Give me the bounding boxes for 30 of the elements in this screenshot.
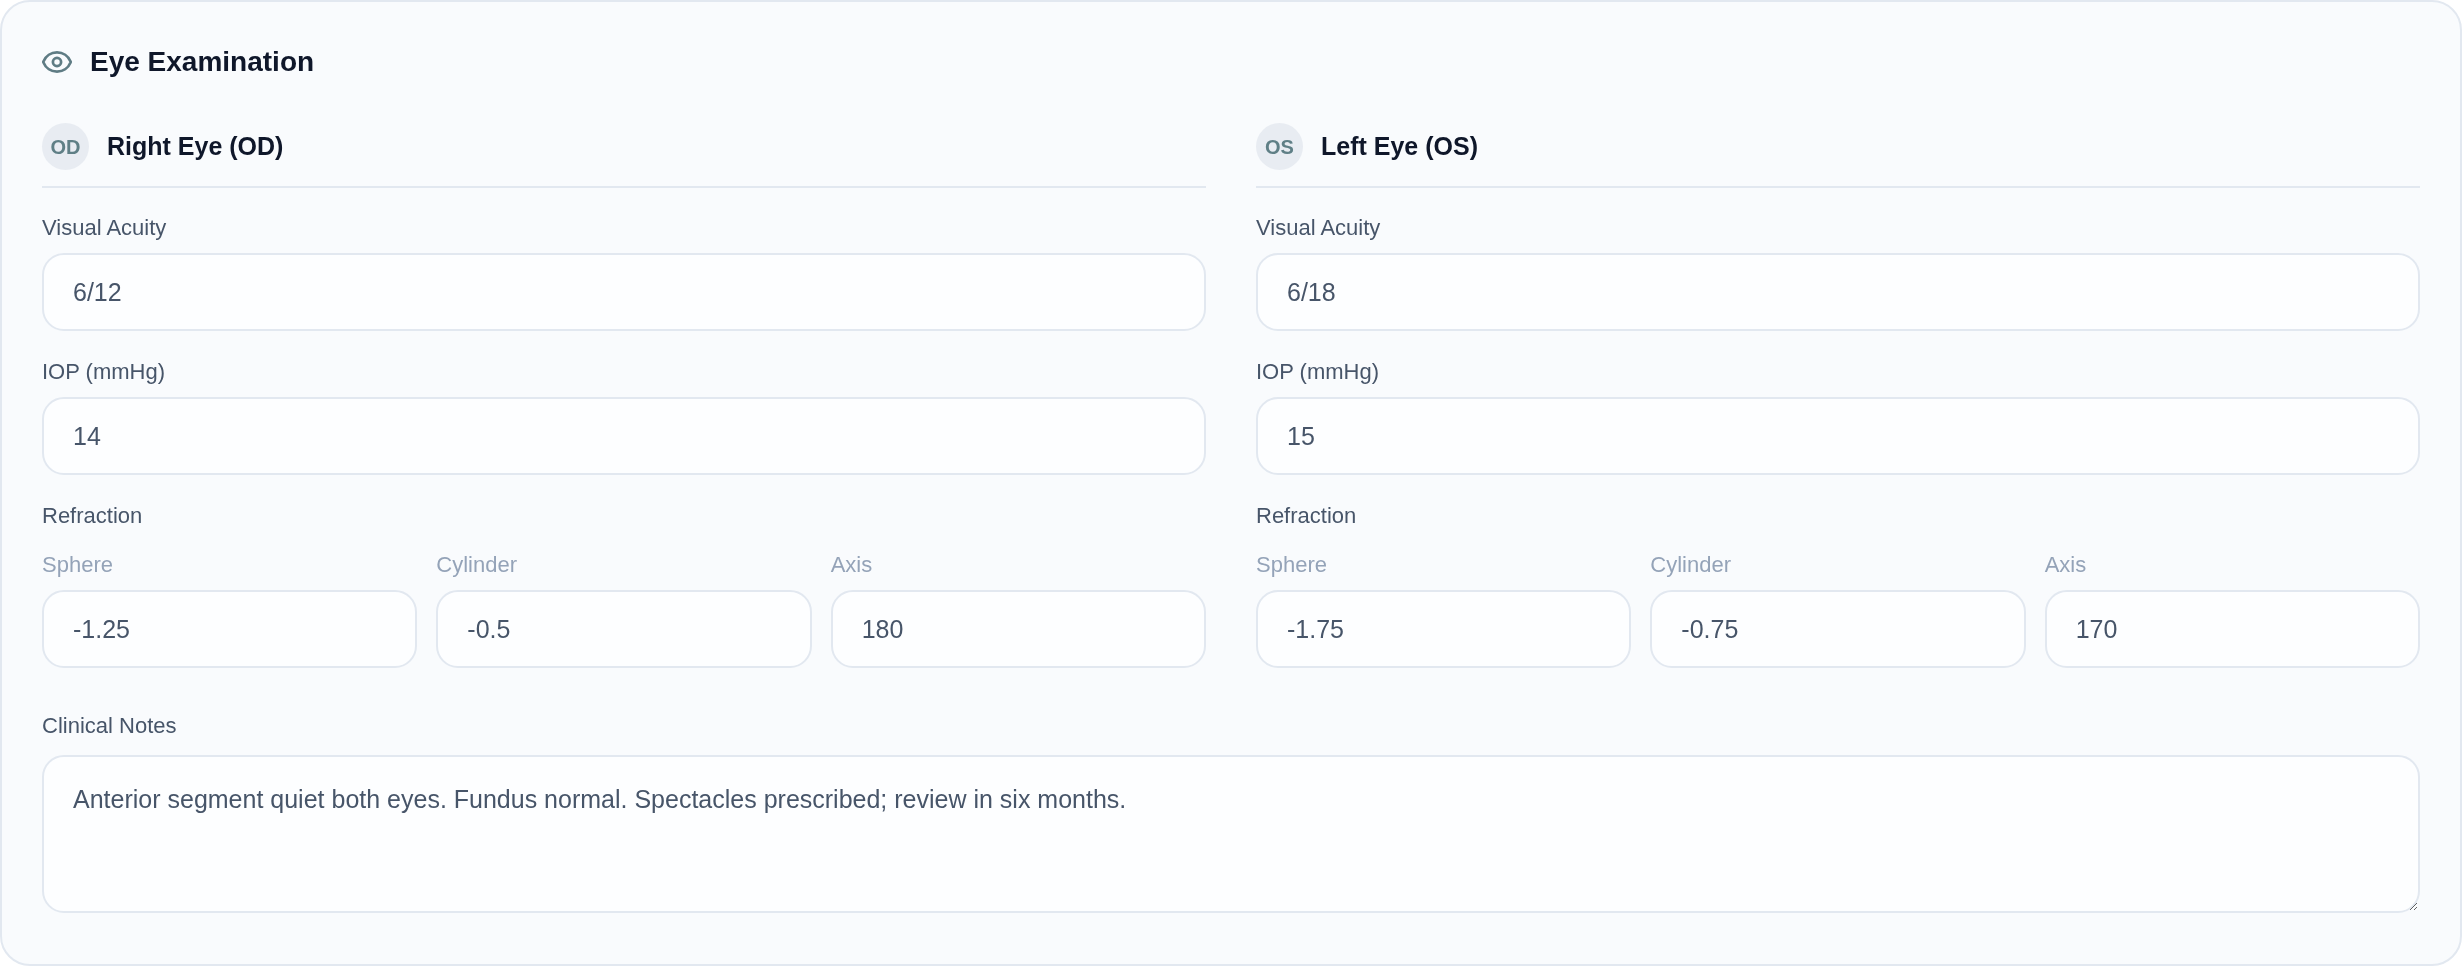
input-field[interactable]: -1.75 — [1256, 590, 1632, 668]
input-field[interactable]: 15 — [1256, 397, 2420, 475]
field-label: Refraction — [1256, 502, 1358, 530]
field-label: Cylinder — [1650, 551, 1733, 579]
input-field[interactable]: 170 — [2044, 590, 2420, 668]
eye-badge: OD — [42, 123, 89, 170]
field-label: Visual Acuity — [42, 214, 168, 242]
field-label: Cylinder — [436, 551, 519, 579]
eye-badge: OS — [1256, 123, 1303, 170]
card-title: Eye Examination — [90, 45, 315, 79]
field-label: Sphere — [1256, 551, 1328, 579]
notes-field[interactable]: Anterior segment quiet both eyes. Fundus normal. Spectacles prescribed; review in six months. — [42, 755, 2420, 913]
field-label: IOP (mmHg) — [1256, 358, 1381, 386]
field-label: Axis — [2044, 551, 2088, 579]
field-label: Refraction — [42, 502, 144, 530]
field-label: Axis — [830, 551, 874, 579]
input-field[interactable]: -1.25 — [42, 590, 418, 668]
field-label: Clinical Notes — [42, 712, 178, 740]
input-field[interactable]: -0.5 — [436, 590, 812, 668]
eye-icon — [42, 51, 72, 73]
input-field[interactable]: -0.75 — [1650, 590, 2026, 668]
field-label: Sphere — [42, 551, 114, 579]
input-field[interactable]: 180 — [830, 590, 1206, 668]
input-field[interactable]: 6/12 — [42, 253, 1206, 331]
field-label: Visual Acuity — [1256, 214, 1382, 242]
input-field[interactable]: 14 — [42, 397, 1206, 475]
section-title: Left Eye (OS) — [1321, 130, 1478, 162]
input-field[interactable]: 6/18 — [1256, 253, 2420, 331]
field-label: IOP (mmHg) — [42, 358, 167, 386]
section-title: Right Eye (OD) — [107, 130, 284, 162]
